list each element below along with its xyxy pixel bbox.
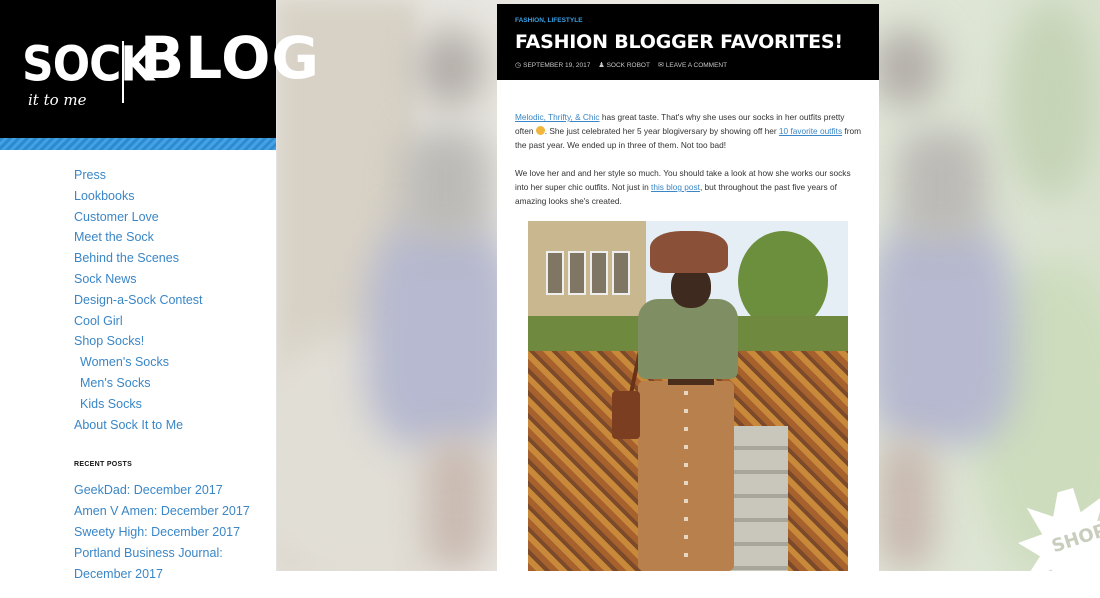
post-categories[interactable]: FASHION, LIFESTYLE [515, 17, 583, 24]
comment-icon: ✉ [657, 62, 664, 69]
logo-tagline: it to me [28, 91, 87, 109]
logo-word-blog: BLOG [140, 24, 321, 92]
nav-item-behind-the-scenes[interactable]: Behind the Scenes [74, 248, 203, 269]
post-author-text: SOCK ROBOT [606, 62, 650, 69]
post-title: FASHION BLOGGER FAVORITES! [515, 31, 843, 53]
smile-emoji-icon [535, 126, 545, 135]
recent-post-link[interactable]: Portland Business Journal: December 2017 [74, 543, 254, 585]
post-paragraph-2: We love her and and her style so much. Y… [515, 166, 863, 208]
logo-word-sock: SOCK [22, 36, 154, 93]
clock-icon: ◷ [515, 62, 522, 69]
post-photo [528, 221, 848, 571]
nav-item-kids-socks[interactable]: Kids Socks [74, 394, 203, 415]
nav-item-customer-love[interactable]: Customer Love [74, 207, 203, 228]
sidebar: SOCK it to me BLOG Press Lookbooks Custo… [0, 0, 319, 581]
nav-item-womens-socks[interactable]: Women's Socks [74, 352, 203, 373]
post-header: FASHION, LIFESTYLE FASHION BLOGGER FAVOR… [497, 4, 879, 80]
nav-item-cool-girl[interactable]: Cool Girl [74, 311, 203, 332]
post-date-text: SEPTEMBER 19, 2017 [523, 62, 591, 69]
blog-post-link[interactable]: this blog post [651, 182, 700, 192]
post-paragraph-1: Melodic, Thrifty, & Chic has great taste… [515, 110, 863, 152]
nav-item-shop-socks[interactable]: Shop Socks! [74, 331, 203, 352]
recent-post-link[interactable]: Amen V Amen: December 2017 [74, 501, 254, 522]
post-author[interactable]: ♟ SOCK ROBOT [598, 61, 650, 69]
recent-post-link[interactable]: GeekDad: December 2017 [74, 480, 254, 501]
nav-item-meet-the-sock[interactable]: Meet the Sock [74, 227, 203, 248]
nav-item-mens-socks[interactable]: Men's Socks [74, 373, 203, 394]
nav-item-about[interactable]: About Sock It to Me [74, 415, 203, 436]
logo-divider [122, 41, 124, 103]
leave-comment-text: LEAVE A COMMENT [665, 62, 728, 69]
p1-text-2: . She just celebrated her 5 year blogive… [544, 126, 779, 136]
site-logo[interactable]: SOCK it to me BLOG [0, 0, 319, 139]
favorite-outfits-link[interactable]: 10 favorite outfits [779, 126, 842, 136]
leave-comment-link[interactable]: ✉ LEAVE A COMMENT [658, 61, 727, 69]
blog-link-melodic-thrifty-chic[interactable]: Melodic, Thrifty, & Chic [515, 112, 600, 122]
user-icon: ♟ [598, 62, 605, 69]
nav-item-press[interactable]: Press [74, 165, 203, 186]
logo-stripe [0, 138, 276, 150]
post-date[interactable]: ◷ SEPTEMBER 19, 2017 [515, 61, 590, 69]
post-meta: ◷ SEPTEMBER 19, 2017 ♟ SOCK ROBOT ✉ LEAVE A… [515, 61, 727, 69]
nav-item-design-a-sock-contest[interactable]: Design-a-Sock Contest [74, 290, 203, 311]
recent-posts-list: GeekDad: December 2017 Amen V Amen: Dece… [74, 480, 254, 585]
sidebar-nav: Press Lookbooks Customer Love Meet the S… [74, 165, 203, 435]
recent-post-link[interactable]: Sweety High: December 2017 [74, 522, 254, 543]
recent-posts-heading: RECENT POSTS [74, 461, 133, 468]
nav-item-lookbooks[interactable]: Lookbooks [74, 186, 203, 207]
nav-item-sock-news[interactable]: Sock News [74, 269, 203, 290]
